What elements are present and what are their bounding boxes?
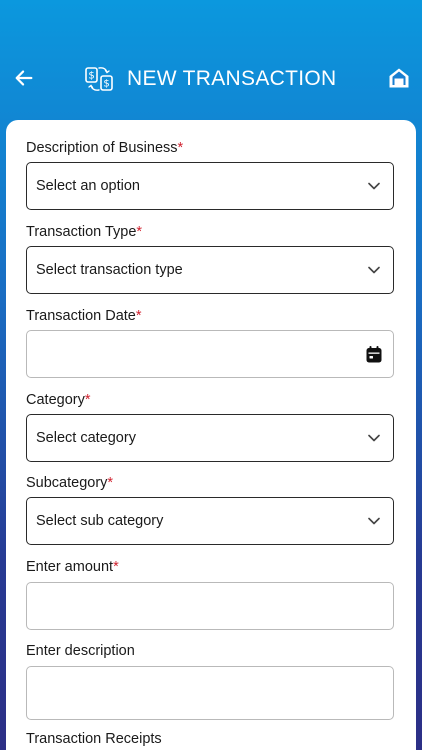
business-select-value: Select an option — [36, 178, 140, 194]
back-button[interactable] — [10, 64, 38, 92]
required-mark: * — [136, 224, 143, 240]
business-select[interactable]: Select an option — [26, 162, 394, 210]
required-mark: * — [113, 559, 119, 575]
business-label-text: Description of Business — [26, 140, 178, 156]
home-button[interactable] — [386, 65, 412, 91]
required-mark: * — [84, 392, 91, 408]
required-mark: * — [107, 475, 114, 491]
transaction-date-field[interactable] — [26, 330, 394, 378]
category-label-text: Category — [26, 392, 85, 408]
description-input[interactable] — [26, 666, 394, 720]
subcategory-label-text: Subcategory — [26, 475, 108, 491]
category-label: Category* — [26, 392, 91, 408]
subcategory-select-value: Select sub category — [36, 513, 164, 529]
arrow-left-icon — [15, 70, 33, 86]
chevron-down-icon — [367, 179, 381, 193]
app-header: $ $ NEW TRANSACTION — [0, 0, 422, 120]
subcategory-select[interactable]: Select sub category — [26, 497, 394, 545]
amount-input[interactable] — [26, 582, 394, 630]
transaction-type-select-value: Select transaction type — [36, 262, 183, 278]
subcategory-label: Subcategory* — [26, 475, 113, 491]
svg-text:$: $ — [103, 79, 109, 90]
transaction-date-label-text: Transaction Date — [26, 308, 136, 324]
header-title-group: $ $ NEW TRANSACTION — [84, 62, 336, 96]
calendar-icon[interactable] — [365, 345, 383, 363]
page-title: NEW TRANSACTION — [127, 67, 337, 90]
category-select[interactable]: Select category — [26, 414, 394, 462]
business-label: Description of Business* — [26, 140, 183, 156]
home-icon — [389, 68, 409, 88]
description-label: Enter description — [26, 643, 135, 659]
chevron-down-icon — [367, 263, 381, 277]
money-exchange-icon: $ $ — [84, 64, 114, 94]
category-select-value: Select category — [36, 430, 136, 446]
receipts-label: Transaction Receipts — [26, 731, 162, 747]
amount-label-text: Enter amount — [26, 559, 114, 575]
transaction-type-label-text: Transaction Type — [26, 224, 137, 240]
transaction-type-label: Transaction Type* — [26, 224, 142, 240]
chevron-down-icon — [367, 431, 381, 445]
transaction-date-label: Transaction Date* — [26, 308, 142, 324]
transaction-type-select[interactable]: Select transaction type — [26, 246, 394, 294]
required-mark: * — [177, 140, 184, 156]
required-mark: * — [135, 308, 142, 324]
chevron-down-icon — [367, 514, 381, 528]
svg-text:$: $ — [88, 71, 94, 82]
amount-label: Enter amount* — [26, 559, 119, 575]
transaction-form-card: Description of Business* Select an optio… — [6, 120, 416, 750]
